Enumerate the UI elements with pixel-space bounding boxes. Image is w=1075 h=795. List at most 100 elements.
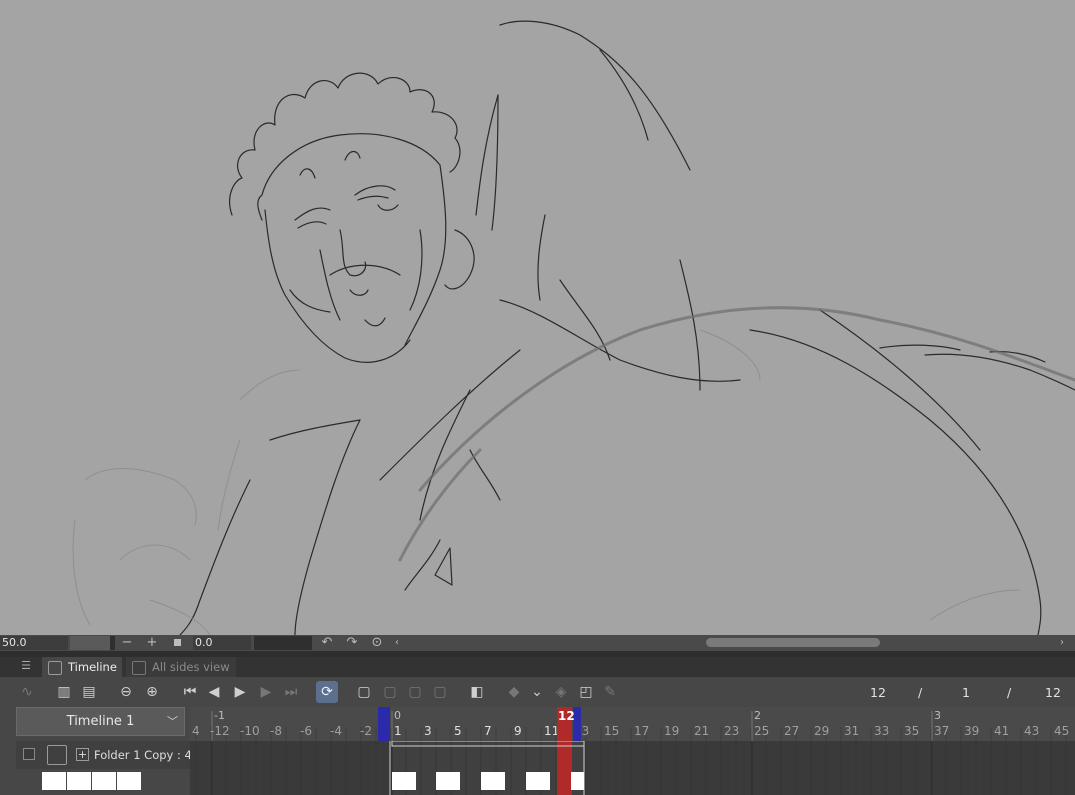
ruler-frame-label: -2 — [360, 724, 372, 738]
first-frame-icon[interactable]: ⏮ — [181, 683, 199, 701]
tab-timeline[interactable]: Timeline — [42, 657, 122, 677]
ruler-frame-label: 37 — [934, 724, 949, 738]
specify-cel-icon[interactable]: ▢ — [381, 683, 399, 701]
new-cel-icon[interactable]: ▤ — [80, 683, 98, 701]
delete-cel-icon[interactable]: ▢ — [406, 683, 424, 701]
animation-folder-icon — [47, 745, 67, 765]
cel-thumbnail — [67, 772, 91, 790]
cel-block[interactable] — [436, 772, 460, 790]
playhead-label: 12 — [558, 709, 575, 723]
timeline-track[interactable] — [190, 741, 1075, 795]
ruler-frame-label: 1 — [394, 724, 402, 738]
ruler-frame-label: 11 — [544, 724, 559, 738]
ruler-frame-label: -6 — [300, 724, 312, 738]
rename-cel-icon[interactable]: ▢ — [431, 683, 449, 701]
pencil-icon[interactable]: ✎ — [601, 683, 619, 701]
zoom-value-field[interactable]: 50.0 — [0, 636, 68, 650]
ruler-frame-label: 19 — [664, 724, 679, 738]
tab-all-sides-view[interactable]: All sides view — [126, 657, 236, 677]
chevron-down-icon[interactable]: ⌄ — [528, 683, 546, 701]
zoom-out-icon[interactable]: ⊖ — [117, 683, 135, 701]
playhead-line — [557, 741, 572, 795]
ruler-frame-label: 29 — [814, 724, 829, 738]
cel-block[interactable] — [481, 772, 505, 790]
range-start-marker[interactable] — [378, 707, 390, 741]
scroll-right-icon[interactable]: › — [1057, 636, 1067, 649]
ruler-frame-label: 27 — [784, 724, 799, 738]
ruler-frame-label: -12 — [210, 724, 230, 738]
reset-rotation-icon[interactable]: ⊙ — [369, 635, 385, 651]
ruler-frame-label: 39 — [964, 724, 979, 738]
fit-view-button[interactable] — [169, 635, 185, 651]
canvas-horizontal-scrollbar[interactable]: ‹ › — [392, 636, 1067, 649]
light-table-icon[interactable]: ◆ — [505, 683, 523, 701]
ruler-frame-label: 21 — [694, 724, 709, 738]
inactive-range — [190, 741, 390, 795]
ruler-frame-label: 7 — [484, 724, 492, 738]
rotation-value-field[interactable]: 0.0 — [193, 636, 251, 650]
rotate-left-icon[interactable]: ↶ — [319, 635, 335, 651]
zoom-in-button[interactable]: + — [144, 635, 160, 651]
ruler-frame-label: 43 — [1024, 724, 1039, 738]
chevron-down-icon: ﹀ — [167, 715, 178, 728]
current-second-number: 1 — [962, 685, 970, 700]
layer-name: Folder 1 Copy : 4 : cel — [94, 748, 190, 762]
panel-tab-bar: ☰ Timeline All sides view — [0, 657, 1075, 677]
timeline-tab-icon — [48, 660, 62, 675]
new-animation-folder-icon[interactable]: ▥ — [55, 683, 73, 701]
next-frame-icon[interactable]: ▶ — [257, 683, 275, 701]
ruler-frame-label: 41 — [994, 724, 1009, 738]
timeline-toolbar: ∿ ▥ ▤ ⊖ ⊕ ⏮ ◀ ▶ ▶ ⏭ ⟳ ▢ ▢ ▢ ▢ ◧ ◆ ⌄ ◈ ◰ … — [0, 677, 1075, 707]
timeline-select[interactable]: Timeline 1 ﹀ — [16, 707, 185, 736]
loop-icon[interactable]: ⟳ — [316, 681, 338, 703]
scroll-left-icon[interactable]: ‹ — [392, 636, 402, 649]
ruler-second-label: 2 — [754, 709, 761, 722]
ruler-frame-label: 15 — [604, 724, 619, 738]
ruler-frame-label: 5 — [454, 724, 462, 738]
total-frame-number: 12 — [1045, 685, 1061, 700]
menu-icon[interactable]: ☰ — [20, 660, 32, 672]
ruler-frame-label: 35 — [904, 724, 919, 738]
ruler-graphic: -1 0 2 34 -12 -10 -8 -6 -4 -2 1 3 5 7 9 11 13 15 17 19 21 23 2… — [192, 707, 1069, 741]
rotate-right-icon[interactable]: ↷ — [344, 635, 360, 651]
cel-block[interactable] — [571, 772, 584, 790]
ruler-frame-label: 3 — [424, 724, 432, 738]
frame-separator: / — [918, 685, 923, 700]
layer-visibility-checkbox[interactable] — [23, 748, 35, 760]
graph-icon[interactable]: ∿ — [18, 683, 36, 701]
cel-block[interactable] — [526, 772, 550, 790]
ruler-frame-label: 9 — [514, 724, 522, 738]
last-frame-icon[interactable]: ⏭ — [282, 683, 300, 701]
ruler-frame-label: 25 — [754, 724, 769, 738]
ruler-second-label: -1 — [214, 709, 225, 722]
zoom-in-icon[interactable]: ⊕ — [143, 683, 161, 701]
frame-separator: / — [1007, 685, 1012, 700]
new-cel-layer-icon[interactable]: ▢ — [355, 683, 373, 701]
ruler-frame-label: 17 — [634, 724, 649, 738]
scrollbar-thumb[interactable] — [706, 638, 880, 647]
prev-frame-icon[interactable]: ◀ — [205, 683, 223, 701]
ruler-frame-label: 33 — [874, 724, 889, 738]
ruler-frame-label: 31 — [844, 724, 859, 738]
ruler-second-label: 0 — [394, 709, 401, 722]
ruler-frame-label: -4 — [330, 724, 342, 738]
cel-thumbnail — [117, 772, 141, 790]
play-icon[interactable]: ▶ — [231, 683, 249, 701]
cel-block[interactable] — [392, 772, 416, 790]
keyframe-icon[interactable]: ◰ — [577, 683, 595, 701]
track-graphic — [190, 741, 1075, 795]
camera-icon — [132, 660, 146, 675]
inactive-range — [585, 741, 1075, 795]
drawing-canvas[interactable] — [0, 0, 1075, 635]
cel-paint-icon[interactable]: ◈ — [552, 683, 570, 701]
rotation-slider[interactable] — [254, 636, 312, 650]
current-frame-number: 12 — [870, 685, 886, 700]
timeline-ruler[interactable]: -1 0 2 3 4 -12 -10 -8 -6 -4 -2 1 3 5 7 9 11 13 15 17 19 21 23 2… — [190, 707, 1075, 741]
ruler-frame-label: 23 — [724, 724, 739, 738]
zoom-out-button[interactable]: − — [119, 635, 135, 651]
onion-skin-icon[interactable]: ◧ — [468, 683, 486, 701]
zoom-slider[interactable] — [70, 636, 115, 650]
ruler-frame-label: 45 — [1054, 724, 1069, 738]
ruler-second-label: 3 — [934, 709, 941, 722]
expand-folder-icon[interactable]: + — [76, 748, 89, 761]
